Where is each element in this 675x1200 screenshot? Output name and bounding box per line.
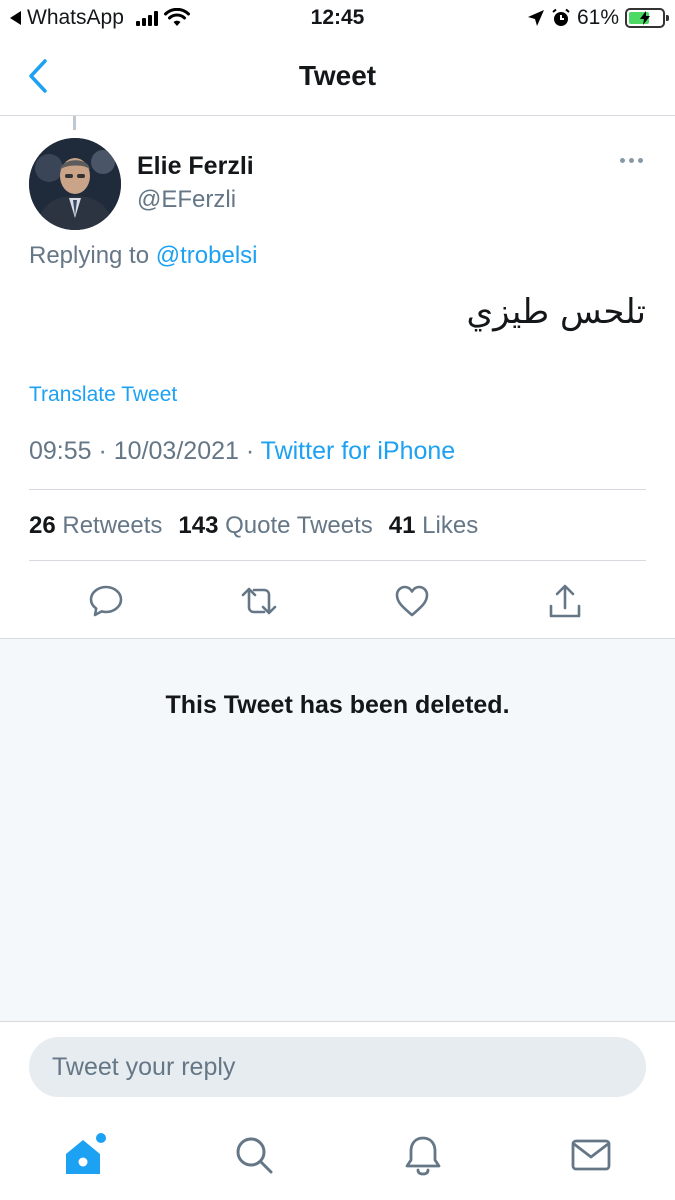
share-button[interactable] bbox=[542, 578, 588, 624]
translate-tweet-link[interactable]: Translate Tweet bbox=[29, 383, 177, 407]
thread-connector-line bbox=[73, 116, 76, 130]
retweets-stat[interactable]: 26 Retweets bbox=[29, 512, 162, 540]
tab-home[interactable] bbox=[60, 1130, 110, 1180]
tab-messages[interactable] bbox=[566, 1130, 616, 1180]
home-icon bbox=[66, 1133, 106, 1174]
author-handle[interactable]: @EFerzli bbox=[137, 186, 236, 214]
battery-percent: 61% bbox=[576, 6, 619, 29]
tweet-stats: 26 Retweets 143 Quote Tweets 41 Likes bbox=[29, 512, 478, 540]
tweet-timestamp: 09:55 · 10/03/2021 · bbox=[29, 437, 261, 465]
author-name[interactable]: Elie Ferzli bbox=[137, 152, 254, 181]
reply-icon bbox=[89, 585, 123, 617]
replying-to-prefix: Replying to bbox=[29, 242, 150, 269]
author-avatar[interactable] bbox=[29, 138, 121, 230]
status-bar-right: 61% bbox=[527, 6, 669, 30]
replying-to-link[interactable]: @trobelsi bbox=[156, 242, 258, 269]
retweet-button[interactable] bbox=[236, 578, 282, 624]
more-options-button[interactable] bbox=[620, 158, 643, 163]
replying-to: Replying to @trobelsi bbox=[29, 242, 257, 270]
quote-tweets-stat[interactable]: 143 Quote Tweets bbox=[178, 512, 372, 540]
status-bar: WhatsApp 12:45 61% bbox=[0, 0, 675, 40]
tweet-client-link[interactable]: Twitter for iPhone bbox=[261, 437, 456, 465]
notifications-icon bbox=[405, 1136, 441, 1176]
retweet-icon bbox=[241, 587, 277, 615]
tweet-text: تلحس طيزي bbox=[466, 292, 646, 332]
battery-icon bbox=[625, 8, 669, 28]
nav-header: Tweet bbox=[0, 40, 675, 116]
tab-notifications[interactable] bbox=[398, 1130, 448, 1180]
tweet-meta: 09:55 · 10/03/2021 · Twitter for iPhone bbox=[29, 437, 455, 466]
share-icon bbox=[549, 584, 581, 618]
tweet-actions bbox=[0, 578, 675, 624]
deleted-tweet-notice: This Tweet has been deleted. bbox=[165, 691, 510, 719]
reply-input[interactable]: Tweet your reply bbox=[29, 1037, 646, 1097]
page-title: Tweet bbox=[298, 60, 377, 91]
location-arrow-icon bbox=[527, 10, 544, 26]
messages-icon bbox=[571, 1139, 611, 1171]
like-button[interactable] bbox=[389, 578, 435, 624]
search-icon bbox=[236, 1137, 273, 1174]
likes-stat[interactable]: 41 Likes bbox=[389, 512, 478, 540]
deleted-tweet-panel: This Tweet has been deleted. bbox=[0, 638, 675, 1022]
reply-button[interactable] bbox=[83, 578, 129, 624]
tab-search[interactable] bbox=[229, 1130, 279, 1180]
reply-placeholder: Tweet your reply bbox=[52, 1053, 236, 1081]
like-icon bbox=[395, 585, 429, 617]
divider bbox=[29, 560, 646, 561]
tab-bar bbox=[0, 1118, 675, 1200]
more-dots-icon bbox=[620, 158, 625, 163]
divider bbox=[29, 489, 646, 490]
alarm-icon bbox=[552, 8, 570, 26]
